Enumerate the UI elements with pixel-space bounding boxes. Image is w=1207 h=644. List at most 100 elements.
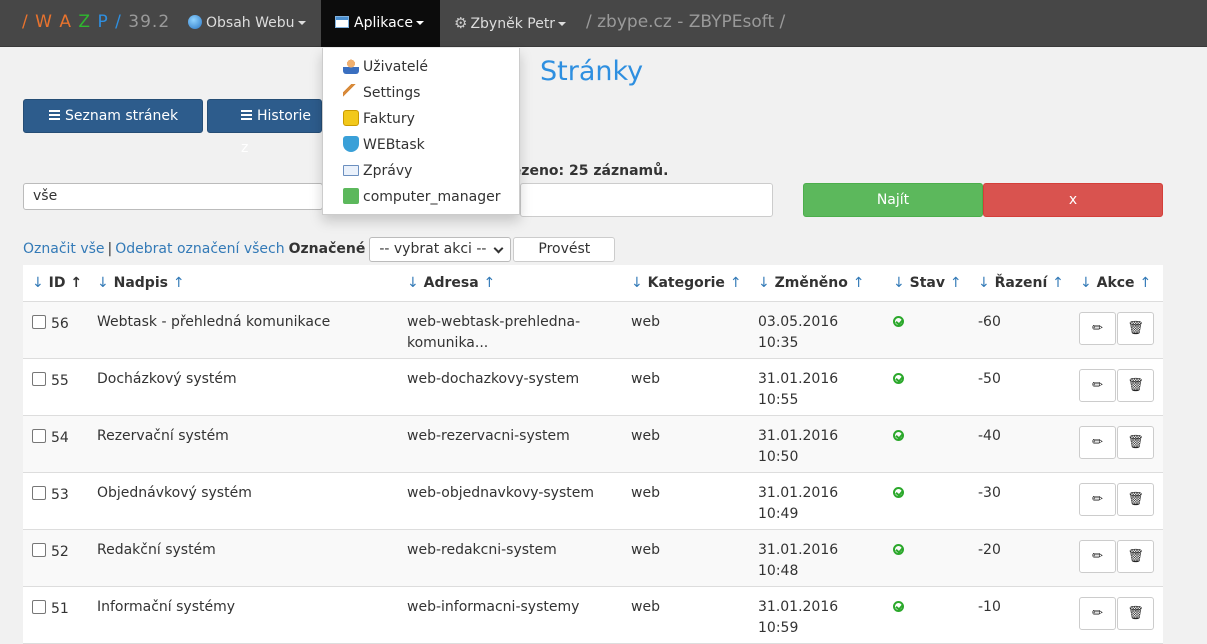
pages-list-button[interactable]: Seznam stránek (23, 99, 203, 133)
sort-asc-icon[interactable]: ↑ (484, 275, 496, 291)
menu-item-computer-manager[interactable]: computer_manager (323, 184, 519, 210)
clear-button[interactable]: x (983, 183, 1163, 217)
row-category: web (631, 371, 660, 387)
sort-asc-icon[interactable]: ↑ (730, 275, 742, 291)
brand-logo[interactable]: / W A Z P / 39.2 (22, 12, 170, 32)
history-button[interactable]: Historie z (207, 99, 322, 156)
nav-apps-menu[interactable]: Aplikace (321, 0, 440, 47)
sort-asc-icon[interactable]: ↑ (853, 275, 865, 291)
row-address-link[interactable]: web-redakcni-system (407, 540, 557, 561)
pages-table: ↓ ID ↑ ↓ Nadpis ↑ ↓ Adresa ↑ ↓ Kategorie… (23, 265, 1163, 644)
sort-asc-icon[interactable]: ↑ (173, 275, 185, 291)
row-address-link[interactable]: web-dochazkovy-system (407, 369, 579, 390)
top-navbar: / W A Z P / 39.2 Obsah Webu Aplikace ⚙ Zb… (0, 0, 1207, 47)
row-order: -50 (978, 371, 1001, 387)
select-all-link[interactable]: Označit vše (23, 241, 105, 257)
row-checkbox[interactable] (32, 486, 46, 500)
menu-item-messages[interactable]: Zprávy (323, 158, 519, 184)
trash-icon: 🗑 (1127, 492, 1144, 507)
sort-asc-icon[interactable]: ↑ (950, 275, 962, 291)
row-title: Objednávkový systém (97, 485, 252, 501)
header-title[interactable]: ↓ Nadpis ↑ (97, 275, 185, 291)
row-changed: 31.01.2016 10:55 (758, 371, 839, 408)
row-checkbox[interactable] (32, 315, 46, 329)
sort-desc-icon[interactable]: ↓ (1080, 275, 1092, 291)
menu-item-label: Faktury (363, 111, 415, 127)
delete-button[interactable]: 🗑 (1117, 540, 1154, 573)
header-category[interactable]: ↓ Kategorie ↑ (631, 275, 742, 291)
edit-button[interactable]: ✏ (1079, 597, 1116, 630)
pencil-icon: ✏ (1092, 435, 1103, 450)
delete-button[interactable]: 🗑 (1117, 597, 1154, 630)
sort-desc-icon[interactable]: ↓ (97, 275, 109, 291)
menu-item-invoices[interactable]: Faktury (323, 106, 519, 132)
status-ok-icon (893, 430, 904, 441)
menu-item-users[interactable]: Uživatelé (323, 54, 519, 80)
delete-button[interactable]: 🗑 (1117, 483, 1154, 516)
delete-button[interactable]: 🗑 (1117, 312, 1154, 345)
sort-asc-icon[interactable]: ↑ (70, 275, 82, 291)
row-address-link[interactable]: web-informacni-systemy (407, 597, 579, 618)
row-id: 56 (51, 316, 69, 332)
search-input[interactable] (520, 183, 773, 217)
menu-item-webtask[interactable]: WEBtask (323, 132, 519, 158)
pencil-icon: ✏ (1092, 378, 1103, 393)
category-filter-select[interactable]: vše (23, 183, 323, 210)
row-address-link[interactable]: web-objednavkovy-system (407, 483, 594, 504)
sort-asc-icon[interactable]: ↑ (1139, 275, 1151, 291)
header-id[interactable]: ↓ ID ↑ (32, 275, 82, 291)
delete-button[interactable]: 🗑 (1117, 426, 1154, 459)
row-checkbox[interactable] (32, 543, 46, 557)
edit-button[interactable]: ✏ (1079, 483, 1116, 516)
sort-desc-icon[interactable]: ↓ (893, 275, 905, 291)
envelope-icon (343, 165, 359, 176)
pencil-icon: ✏ (1092, 492, 1103, 507)
row-address-link[interactable]: web-rezervacni-system (407, 426, 570, 447)
bulk-action-select[interactable]: -- vybrat akci -- (369, 237, 512, 262)
find-button[interactable]: Najít (803, 183, 983, 217)
sort-desc-icon[interactable]: ↓ (978, 275, 990, 291)
menu-item-settings[interactable]: Settings (323, 80, 519, 106)
table-header: ↓ ID ↑ ↓ Nadpis ↑ ↓ Adresa ↑ ↓ Kategorie… (23, 265, 1163, 302)
run-action-button[interactable]: Provést (513, 237, 616, 262)
row-category: web (631, 599, 660, 615)
edit-button[interactable]: ✏ (1079, 426, 1116, 459)
row-checkbox[interactable] (32, 372, 46, 386)
deselect-all-link[interactable]: Odebrat označení všech (115, 241, 284, 257)
sort-asc-icon[interactable]: ↑ (1052, 275, 1064, 291)
row-order: -30 (978, 485, 1001, 501)
brand-letter: P (97, 12, 109, 32)
row-order: -10 (978, 599, 1001, 615)
sort-desc-icon[interactable]: ↓ (758, 275, 770, 291)
page-title: Stránky (540, 56, 644, 87)
sort-desc-icon[interactable]: ↓ (407, 275, 419, 291)
row-checkbox[interactable] (32, 429, 46, 443)
header-actions[interactable]: ↓ Akce ↑ (1080, 275, 1151, 291)
row-category: web (631, 542, 660, 558)
nav-content-label: Obsah Webu (206, 15, 295, 31)
status-ok-icon (893, 544, 904, 555)
edit-button[interactable]: ✏ (1079, 312, 1116, 345)
trash-icon: 🗑 (1127, 435, 1144, 450)
row-address-link[interactable]: web-webtask-prehledna-komunika... (407, 312, 580, 354)
sort-desc-icon[interactable]: ↓ (631, 275, 643, 291)
nav-content-menu[interactable]: Obsah Webu (174, 0, 320, 47)
table-row: 53 Objednávkový systém web-objednavkovy-… (23, 473, 1163, 530)
row-checkbox[interactable] (32, 600, 46, 614)
sort-desc-icon[interactable]: ↓ (32, 275, 44, 291)
edit-button[interactable]: ✏ (1079, 540, 1116, 573)
header-changed[interactable]: ↓ Změněno ↑ (758, 275, 865, 291)
table-row: 52 Redakční systém web-redakcni-system w… (23, 530, 1163, 587)
nav-user-menu[interactable]: ⚙ Zbyněk Petr (440, 0, 580, 47)
pages-list-label: Seznam stránek (65, 108, 179, 124)
edit-button[interactable]: ✏ (1079, 369, 1116, 402)
delete-button[interactable]: 🗑 (1117, 369, 1154, 402)
row-id: 53 (51, 487, 69, 503)
row-title: Docházkový systém (97, 371, 237, 387)
bulk-actions-bar: Označit vše | Odebrat označení všech Označe… (23, 237, 616, 263)
trash-icon: 🗑 (1127, 321, 1144, 336)
header-address[interactable]: ↓ Adresa ↑ (407, 275, 495, 291)
row-changed: 31.01.2016 10:49 (758, 485, 839, 522)
header-state[interactable]: ↓ Stav ↑ (893, 275, 962, 291)
header-order[interactable]: ↓ Řazení ↑ (978, 275, 1064, 291)
